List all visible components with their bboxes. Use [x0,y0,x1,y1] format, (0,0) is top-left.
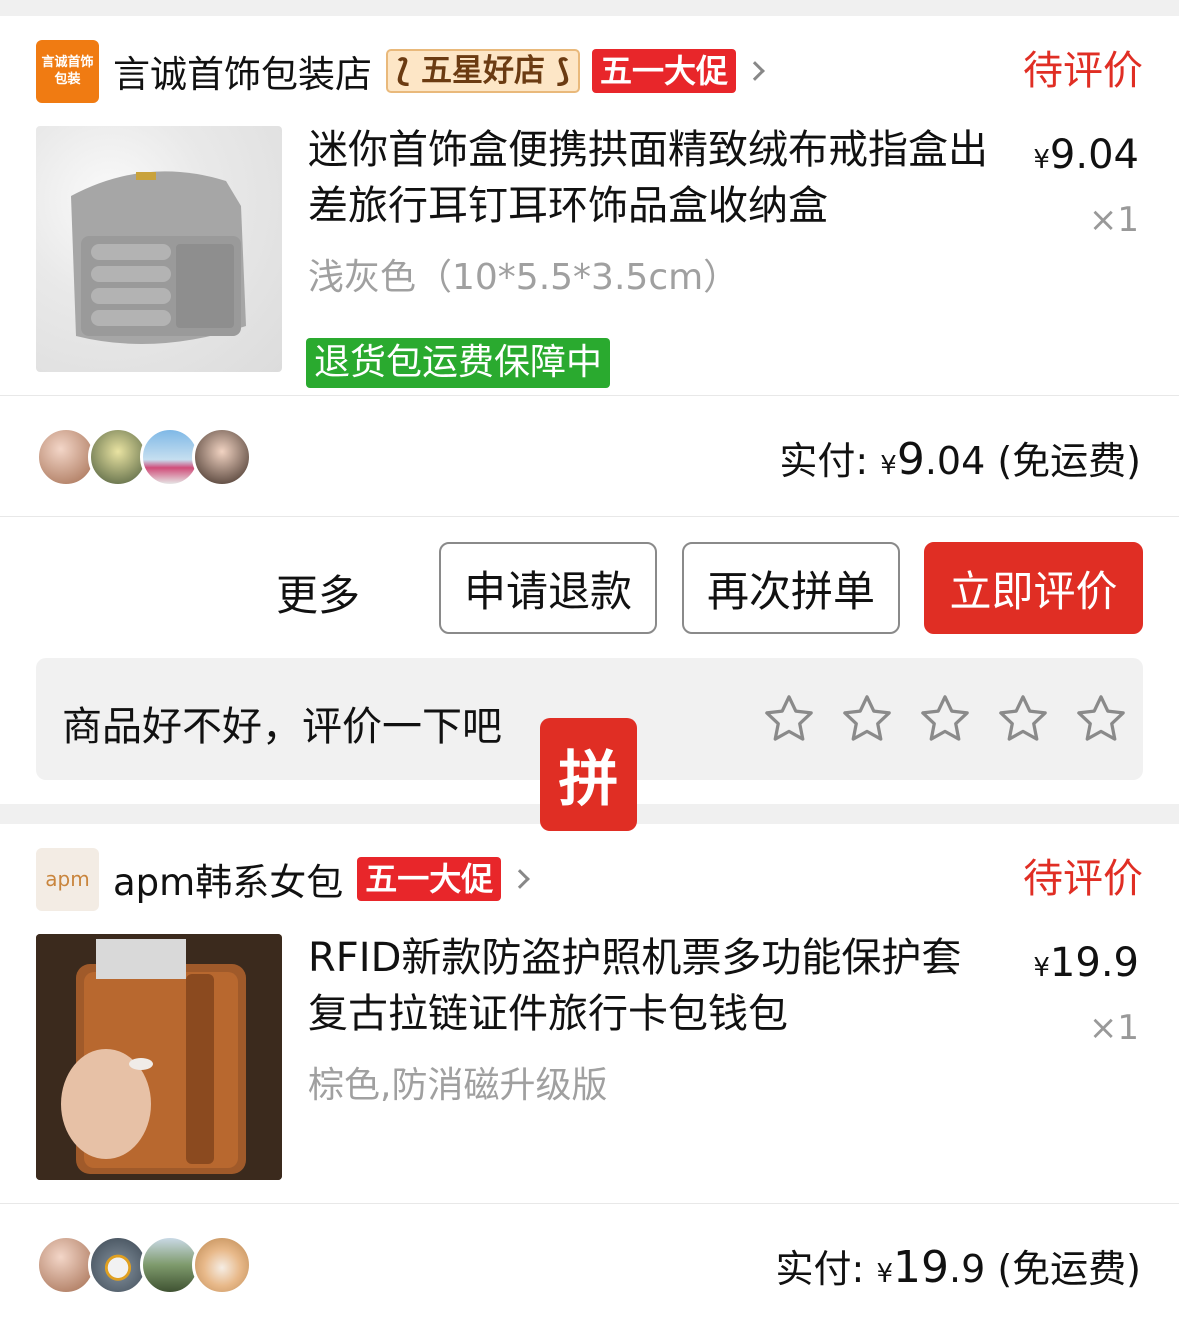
divider [0,395,1179,396]
star-icon[interactable] [839,691,895,747]
product-spec: 浅灰色（10*5.5*3.5cm） [308,257,740,298]
product-title[interactable]: RFID新款防盗护照机票多功能保护套 复古拉链证件旅行卡包钱包 [308,930,978,1042]
product-spec: 棕色,防消磁升级版 [308,1065,608,1106]
group-avatars[interactable] [36,1235,252,1295]
star-icon[interactable] [917,691,973,747]
order-actions: 更多 申请退款 再次拼单 立即评价 [0,542,1179,634]
order-status: 待评价 [1023,48,1143,94]
payment-summary: 实付: ¥9.04 (免运费) [779,434,1141,485]
chevron-right-icon[interactable] [745,61,765,81]
return-shipping-guarantee-badge[interactable]: 退货包运费保障中 [306,338,611,388]
order-card: apm apm韩系女包 五一大促 待评价 RFID新款防盗护照机票多功能保护套 … [0,824,1179,1331]
more-button[interactable]: 更多 [276,562,360,623]
avatar [88,1235,148,1295]
product-image[interactable] [36,126,282,372]
request-refund-button[interactable]: 申请退款 [439,542,657,634]
five-star-shop-badge: ⟅ 五星好店 ⟆ [386,49,580,93]
shop-name[interactable]: apm韩系女包 [113,852,343,906]
group-avatars[interactable] [36,427,252,487]
chevron-right-icon[interactable] [510,869,531,889]
promo-badge: 五一大促 [591,49,736,93]
product-quantity: ×1 [1088,1008,1139,1048]
shop-logo[interactable]: 言诚首饰包装 [36,39,99,103]
divider [0,516,1179,517]
group-buy-floating-badge[interactable]: 拼 [540,718,637,831]
shop-name[interactable]: 言诚首饰包装店 [113,44,372,98]
shop-logo[interactable]: apm [36,847,99,911]
jewelry-box-image [71,171,246,344]
shop-header[interactable]: 言诚首饰包装 言诚首饰包装店 ⟅ 五星好店 ⟆ 五一大促 待评价 [36,39,1143,103]
avatar [88,427,148,487]
review-now-button[interactable]: 立即评价 [924,542,1143,634]
avatar [36,1235,96,1295]
rating-prompt: 商品好不好，评价一下吧 [62,704,502,750]
shop-header[interactable]: apm apm韩系女包 五一大促 待评价 [36,847,1143,911]
avatar [140,427,200,487]
passport-wallet-image [36,934,282,1180]
order-status: 待评价 [1023,856,1143,902]
product-price: ¥19.9 [1033,940,1139,986]
product-image[interactable] [36,934,282,1180]
avatar [140,1235,200,1295]
payment-summary: 实付: ¥19.9 (免运费) [775,1242,1141,1293]
product-quantity: ×1 [1088,200,1139,240]
divider [0,1203,1179,1204]
avatar [36,427,96,487]
avatar [192,1235,252,1295]
order-card: 言诚首饰包装 言诚首饰包装店 ⟅ 五星好店 ⟆ 五一大促 待评价 迷你首饰盒便携… [0,16,1179,804]
star-icon[interactable] [761,691,817,747]
star-rating[interactable] [739,691,1129,747]
product-price: ¥9.04 [1033,132,1139,178]
product-title[interactable]: 迷你首饰盒便携拱面精致绒布戒指盒出差旅行耳钉耳环饰品盒收纳盒 [308,122,998,234]
star-icon[interactable] [995,691,1051,747]
avatar [192,427,252,487]
promo-badge: 五一大促 [357,857,502,901]
reorder-button[interactable]: 再次拼单 [682,542,900,634]
star-icon[interactable] [1073,691,1129,747]
